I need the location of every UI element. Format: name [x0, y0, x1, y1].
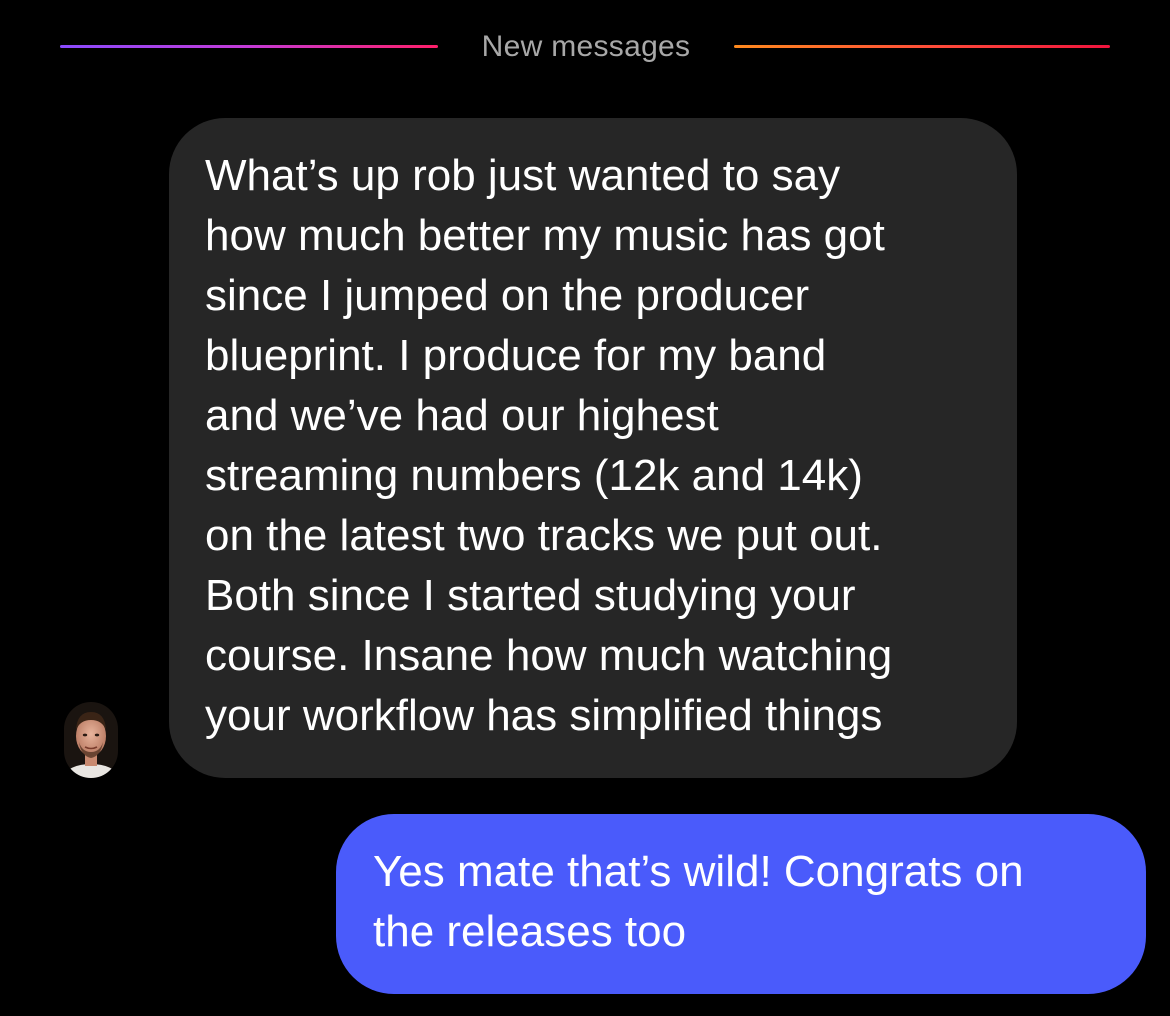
incoming-message-bubble[interactable]: What’s up rob just wanted to say how muc…: [169, 118, 1017, 778]
message-line: course. Insane how much watching: [205, 631, 893, 680]
message-line: how much better my music has got: [205, 211, 885, 260]
profile-photo-icon: [64, 702, 118, 778]
message-line: on the latest two tracks we put out.: [205, 511, 883, 560]
divider-line-right: [734, 45, 1110, 48]
divider-line-left: [60, 45, 438, 48]
message-line: the releases too: [373, 907, 687, 956]
outgoing-message-bubble[interactable]: Yes mate that’s wild! Congrats on the re…: [336, 814, 1146, 994]
contact-avatar[interactable]: [64, 702, 118, 778]
new-messages-label: New messages: [481, 30, 691, 63]
message-line: your workflow has simplified things: [205, 691, 883, 740]
message-line: Both since I started studying your: [205, 571, 856, 620]
message-line: blueprint. I produce for my band: [205, 331, 827, 380]
message-line: Yes mate that’s wild! Congrats on: [373, 847, 1024, 896]
new-messages-divider: New messages: [60, 26, 1110, 68]
message-line: since I jumped on the producer: [205, 271, 810, 320]
message-line: streaming numbers (12k and 14k): [205, 451, 863, 500]
message-line: and we’ve had our highest: [205, 391, 719, 440]
message-line: What’s up rob just wanted to say: [205, 151, 841, 200]
